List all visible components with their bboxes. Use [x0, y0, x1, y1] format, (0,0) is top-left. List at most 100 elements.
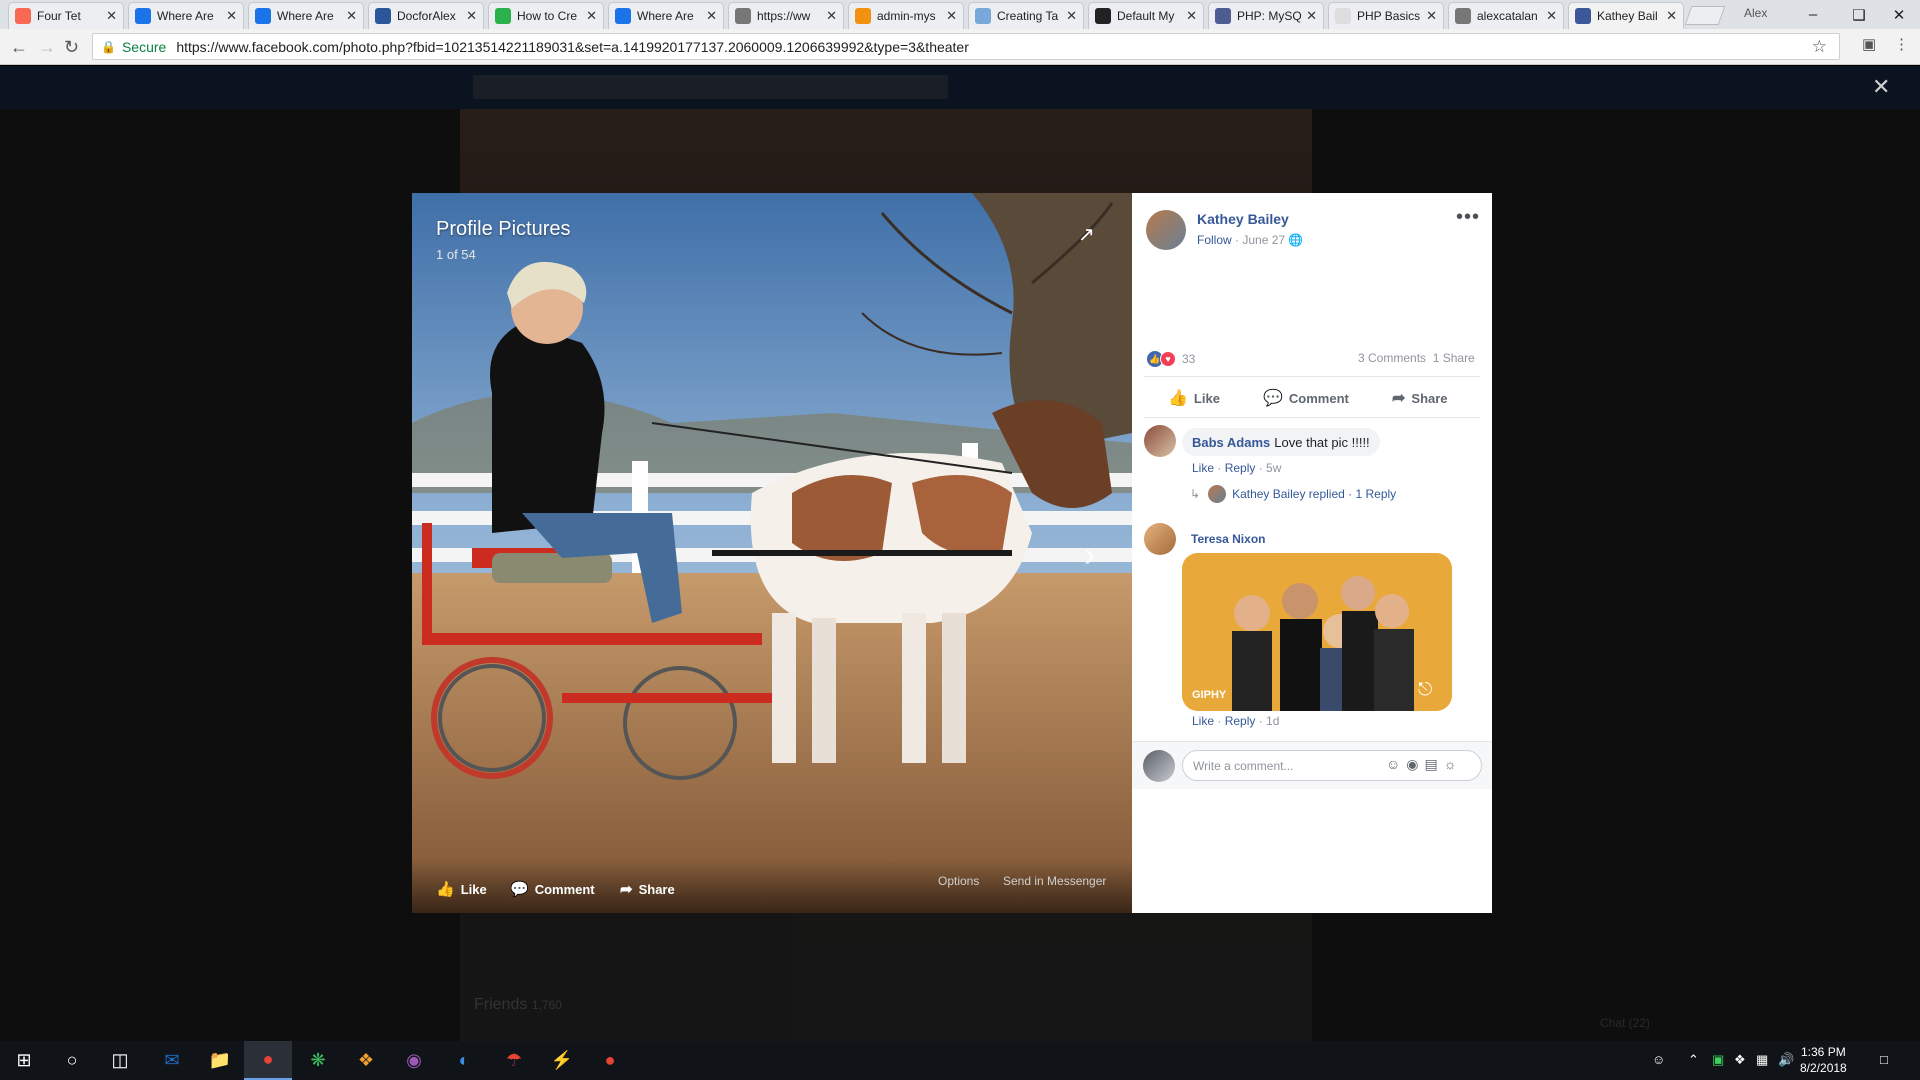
close-tab-icon[interactable]: ✕ [1186, 8, 1197, 24]
browser-tab[interactable]: admin-mys ✕ [848, 2, 964, 29]
comment-like-link[interactable]: Like [1192, 461, 1214, 475]
follow-link[interactable]: Follow [1197, 233, 1232, 247]
album-title[interactable]: Profile Pictures [436, 218, 571, 241]
bookmark-star-icon[interactable]: ☆ [1812, 37, 1827, 57]
close-tab-icon[interactable]: ✕ [466, 8, 477, 24]
close-tab-icon[interactable]: ✕ [226, 8, 237, 24]
post-options-icon[interactable]: ••• [1456, 206, 1480, 229]
commenter-name[interactable]: Teresa Nixon [1191, 532, 1265, 546]
shares-count-link[interactable]: 1 Share [1433, 351, 1475, 365]
app-icon[interactable]: ❋ [294, 1041, 342, 1080]
outlook-icon[interactable]: ✉ [148, 1041, 196, 1080]
extension-icon[interactable]: ▣ [1862, 35, 1876, 53]
search-icon[interactable]: ○ [48, 1041, 96, 1080]
close-tab-icon[interactable]: ✕ [706, 8, 717, 24]
filezilla-icon[interactable]: ⚡ [538, 1041, 586, 1080]
post-share-button[interactable]: ➦ Share [1392, 388, 1448, 408]
close-tab-icon[interactable]: ✕ [106, 8, 117, 24]
app-icon[interactable]: ◉ [390, 1041, 438, 1080]
close-tab-icon[interactable]: ✕ [946, 8, 957, 24]
close-tab-icon[interactable]: ✕ [1066, 8, 1077, 24]
app-icon[interactable]: ☂ [490, 1041, 538, 1080]
volume-icon[interactable]: 🔊 [1778, 1052, 1794, 1068]
comment-time[interactable]: 5w [1266, 461, 1281, 475]
close-tab-icon[interactable]: ✕ [1546, 8, 1557, 24]
photo-share-button[interactable]: ➦ Share [620, 880, 675, 898]
browser-tab[interactable]: alexcatalan ✕ [1448, 2, 1564, 29]
browser-tab[interactable]: Where Are ✕ [128, 2, 244, 29]
comment-reply-link[interactable]: Reply [1225, 461, 1256, 475]
question-icon [255, 8, 271, 24]
browser-tab[interactable]: Kathey Bail ✕ [1568, 2, 1684, 29]
send-in-messenger-link[interactable]: Send in Messenger [1003, 874, 1106, 888]
chrome-icon[interactable]: ● [586, 1041, 634, 1080]
close-tab-icon[interactable]: ✕ [1306, 8, 1317, 24]
sticker-icon[interactable]: ☼ [1444, 756, 1463, 772]
back-icon[interactable]: ← [10, 37, 28, 58]
comment-like-link[interactable]: Like [1192, 714, 1214, 728]
windows-start-icon[interactable]: ⊞ [0, 1041, 48, 1080]
network-icon[interactable]: ▦ [1756, 1052, 1768, 1068]
browser-tab[interactable]: https://ww ✕ [728, 2, 844, 29]
gif-icon[interactable]: ▤ [1425, 756, 1444, 772]
url-bar[interactable]: 🔒 Secure https://www.facebook.com/photo.… [92, 33, 1840, 60]
close-tab-icon[interactable]: ✕ [346, 8, 357, 24]
post-comment-button[interactable]: 💬 Comment [1263, 388, 1349, 408]
browser-tab[interactable]: How to Cre ✕ [488, 2, 604, 29]
address-toolbar: ← → ↻ 🔒 Secure https://www.facebook.com/… [0, 29, 1920, 65]
commenter-avatar[interactable] [1144, 425, 1176, 457]
close-tab-icon[interactable]: ✕ [1666, 8, 1677, 24]
chrome-icon[interactable]: ● [244, 1041, 292, 1080]
browser-tab[interactable]: Four Tet ✕ [8, 2, 124, 29]
file-explorer-icon[interactable]: 📁 [196, 1041, 244, 1080]
reaction-summary[interactable]: 👍 ♥ 33 [1147, 351, 1195, 367]
emoji-icon[interactable]: ☺ [1386, 756, 1406, 772]
close-tab-icon[interactable]: ✕ [826, 8, 837, 24]
browser-profile-name[interactable]: Alex [1744, 6, 1767, 20]
browser-tab[interactable]: Where Are ✕ [248, 2, 364, 29]
browser-tab[interactable]: PHP Basics ✕ [1328, 2, 1444, 29]
photo-viewer-image[interactable] [412, 193, 1132, 913]
photo-like-button[interactable]: 👍 Like [436, 880, 487, 898]
browser-tab[interactable]: DocforAlex ✕ [368, 2, 484, 29]
comment-reply-link[interactable]: Reply [1225, 714, 1256, 728]
app-tray-icon[interactable]: ▣ [1712, 1052, 1724, 1068]
commenter-name[interactable]: Babs Adams [1192, 435, 1270, 450]
post-date[interactable]: June 27 [1242, 233, 1285, 247]
author-avatar[interactable] [1146, 210, 1186, 250]
browser-tab[interactable]: Where Are ✕ [608, 2, 724, 29]
close-window-icon[interactable]: ✕ [1876, 0, 1920, 29]
task-view-icon[interactable]: ◫ [96, 1041, 144, 1080]
post-author-name[interactable]: Kathey Bailey [1197, 211, 1289, 227]
post-like-button[interactable]: 👍 Like [1168, 388, 1220, 408]
close-tab-icon[interactable]: ✕ [1426, 8, 1437, 24]
browser-tab[interactable]: PHP: MySQ ✕ [1208, 2, 1324, 29]
giphy-gif[interactable] [1182, 553, 1452, 711]
browser-tab[interactable]: Creating Ta ✕ [968, 2, 1084, 29]
close-viewer-icon[interactable]: ✕ [1872, 74, 1890, 100]
notifications-icon[interactable]: □ [1880, 1052, 1888, 1067]
commenter-avatar[interactable] [1144, 523, 1176, 555]
comment-time[interactable]: 1d [1266, 714, 1279, 728]
people-icon[interactable]: ☺ [1652, 1052, 1665, 1067]
taskbar-clock[interactable]: 1:36 PM 8/2/2018 [1800, 1044, 1847, 1076]
fullscreen-expand-icon[interactable]: ↗ [1078, 222, 1095, 247]
camera-icon[interactable]: ◉ [1406, 756, 1424, 772]
new-tab-button[interactable] [1684, 6, 1726, 25]
comment-replies-link[interactable]: ↳ Kathey Bailey replied · 1 Reply [1190, 485, 1396, 503]
forward-icon[interactable]: → [38, 37, 56, 58]
close-tab-icon[interactable]: ✕ [586, 8, 597, 24]
browser-tab[interactable]: Default My ✕ [1088, 2, 1204, 29]
menu-kebab-icon[interactable]: ⋮ [1894, 35, 1909, 53]
minimize-icon[interactable]: – [1790, 0, 1836, 29]
show-hidden-icon[interactable]: ⌃ [1688, 1052, 1699, 1068]
app-icon[interactable]: ❖ [342, 1041, 390, 1080]
next-photo-chevron-icon[interactable]: › [1084, 536, 1095, 575]
comments-count-link[interactable]: 3 Comments [1358, 351, 1426, 365]
photo-comment-button[interactable]: 💬 Comment [510, 880, 595, 898]
app-icon[interactable]: ◐ [440, 1041, 488, 1080]
dropbox-icon[interactable]: ❖ [1734, 1052, 1746, 1068]
open-gif-icon[interactable]: ⎋ [1418, 679, 1432, 700]
photo-options-link[interactable]: Options [938, 874, 979, 888]
reload-icon[interactable]: ↻ [64, 37, 79, 58]
